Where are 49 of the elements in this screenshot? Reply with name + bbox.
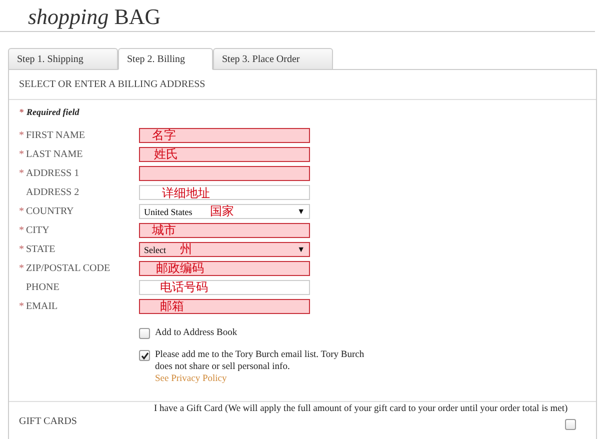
field-label: COUNTRY xyxy=(26,206,74,217)
required-mark: * xyxy=(19,244,25,255)
field-label: CITY xyxy=(26,225,50,236)
caret-icon: ▼ xyxy=(297,207,305,216)
required-mark: * xyxy=(19,301,25,312)
annotation: 名字 xyxy=(152,129,176,141)
annotation: 城市 xyxy=(152,224,176,236)
required-mark: * xyxy=(19,206,25,217)
annotation: 电话号码 xyxy=(160,281,208,293)
caret-icon: ▼ xyxy=(297,245,305,254)
required-mark: * xyxy=(19,107,24,117)
field-label: STATE xyxy=(26,244,56,255)
required-mark: * xyxy=(19,130,25,141)
required-mark: * xyxy=(19,263,25,274)
annotation: 国家 xyxy=(210,205,234,217)
checkbox[interactable] xyxy=(139,328,150,339)
page-title: shopping BAG xyxy=(28,4,161,30)
gift-card-text: I have a Gift Card (We will apply the full amount of your gift card to your order until your order total is met) xyxy=(154,403,568,416)
step-tab[interactable]: Step 3. Place Order xyxy=(213,48,333,70)
input-field[interactable] xyxy=(139,299,310,314)
checkbox[interactable] xyxy=(565,419,576,430)
step-tab[interactable]: Step 1. Shipping xyxy=(8,48,118,70)
annotation: 详细地址 xyxy=(162,187,210,199)
annotation: 姓氏 xyxy=(154,148,178,160)
annotation: 州 xyxy=(180,243,192,255)
field-label: LAST NAME xyxy=(26,149,83,160)
annotation: 邮政编码 xyxy=(156,262,204,274)
step-tab[interactable]: Step 2. Billing xyxy=(118,48,213,70)
option-label: Add to Address Book xyxy=(155,328,238,338)
option-label: Please add me to the Tory Burch email list. Tory Burch does not share or sell personal info. xyxy=(155,350,364,372)
field-label: EMAIL xyxy=(26,301,58,312)
field-label: ZIP/POSTAL CODE xyxy=(26,263,110,274)
field-label: ADDRESS 2 xyxy=(26,187,80,198)
input-field[interactable] xyxy=(139,166,310,181)
section-title: SELECT OR ENTER A BILLING ADDRESS xyxy=(9,70,596,100)
input-field[interactable] xyxy=(139,147,310,162)
field-label: PHONE xyxy=(26,282,60,293)
required-mark: * xyxy=(19,225,25,236)
field-label: FIRST NAME xyxy=(26,130,85,141)
input-field[interactable] xyxy=(139,223,310,238)
section-label: GIFT CARDS xyxy=(18,415,78,429)
required-note: Required field xyxy=(26,107,80,117)
input-field[interactable] xyxy=(139,261,310,276)
annotation: 邮箱 xyxy=(160,300,184,312)
checkbox[interactable] xyxy=(139,350,150,361)
required-mark: * xyxy=(19,168,25,179)
input-field[interactable] xyxy=(139,128,310,143)
required-mark: * xyxy=(19,149,25,160)
field-label: ADDRESS 1 xyxy=(26,168,80,179)
